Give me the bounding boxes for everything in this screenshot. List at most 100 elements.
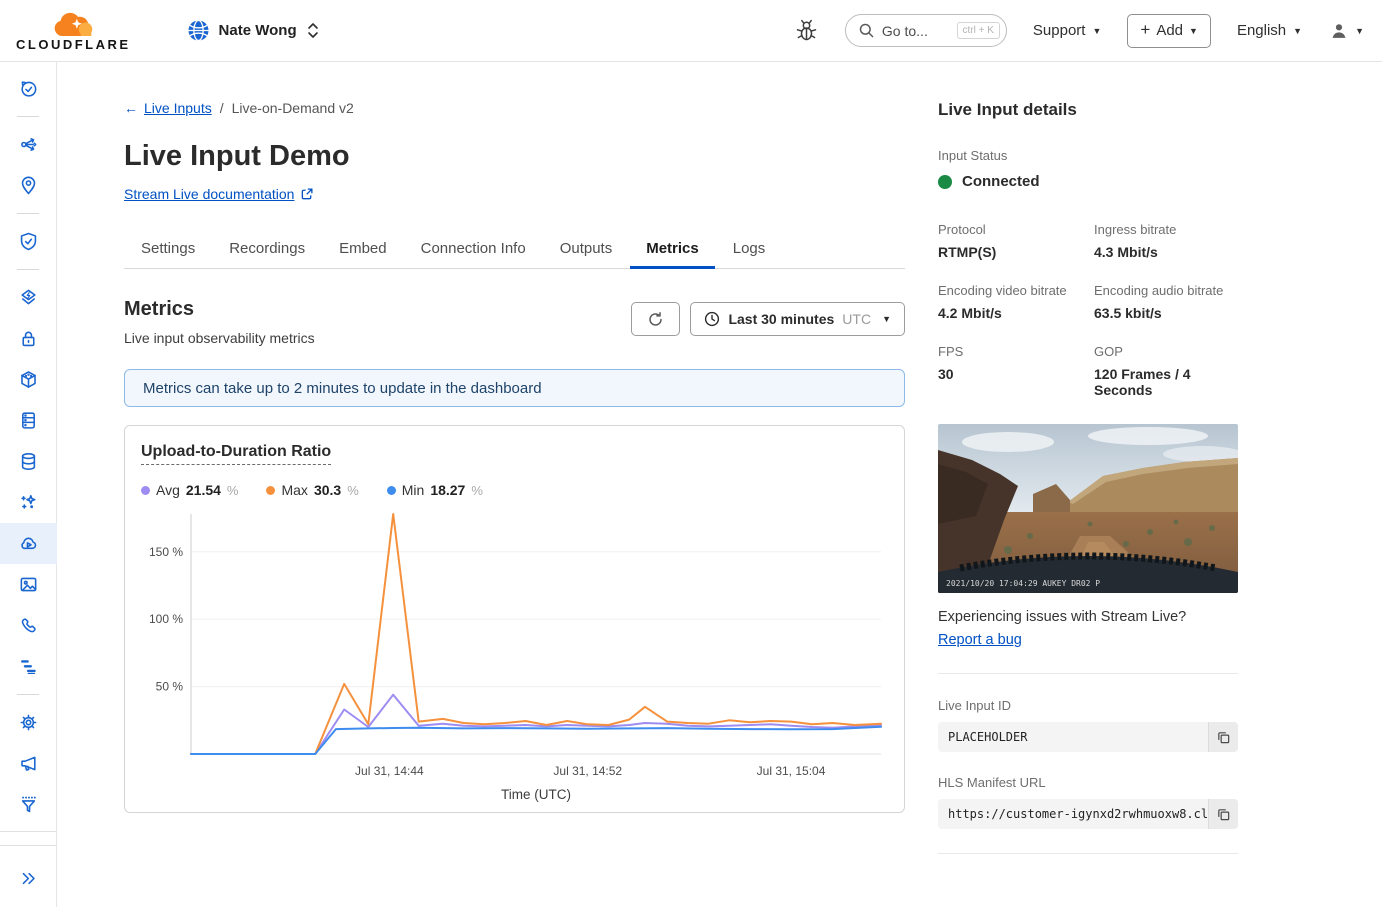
tab-metrics[interactable]: Metrics bbox=[630, 231, 715, 268]
tab-embed[interactable]: Embed bbox=[323, 231, 403, 268]
svg-text:Time (UTC): Time (UTC) bbox=[501, 787, 571, 802]
legend-name: Avg bbox=[156, 482, 180, 498]
copy-icon bbox=[1216, 807, 1231, 822]
hls-manifest-url-label: HLS Manifest URL bbox=[938, 775, 1238, 790]
detail-field: ProtocolRTMP(S) bbox=[938, 222, 1082, 260]
detail-field: Ingress bitrate4.3 Mbit/s bbox=[1094, 222, 1238, 260]
page-title: Live Input Demo bbox=[124, 140, 905, 173]
sidebar-item-phone-icon[interactable] bbox=[0, 605, 57, 646]
tab-logs[interactable]: Logs bbox=[717, 231, 782, 268]
legend-name: Max bbox=[281, 482, 307, 498]
sidebar-item-map-pin-icon[interactable] bbox=[0, 165, 57, 206]
sidebar-footer bbox=[0, 831, 57, 907]
chart-legend: Avg21.54%Max30.3%Min18.27% bbox=[141, 482, 888, 498]
chart-title: Upload-to-Duration Ratio bbox=[141, 443, 331, 465]
detail-field-value: 4.3 Mbit/s bbox=[1094, 244, 1238, 260]
tab-recordings[interactable]: Recordings bbox=[213, 231, 321, 268]
copy-hls-manifest-button[interactable] bbox=[1208, 799, 1238, 829]
caret-down-icon: ▼ bbox=[1092, 26, 1101, 36]
support-menu[interactable]: Support ▼ bbox=[1033, 22, 1101, 39]
globe-icon bbox=[187, 19, 210, 42]
time-range-dropdown[interactable]: Last 30 minutes UTC ▼ bbox=[690, 302, 905, 336]
sidebar-item-megaphone-icon[interactable] bbox=[0, 743, 57, 784]
detail-field: Encoding video bitrate4.2 Mbit/s bbox=[938, 283, 1082, 321]
sidebar-item-history-icon[interactable] bbox=[0, 68, 57, 109]
detail-field-label: Encoding audio bitrate bbox=[1094, 283, 1238, 298]
sidebar-item-funnel-icon[interactable] bbox=[0, 784, 57, 825]
support-label: Support bbox=[1033, 22, 1086, 39]
legend-item-max: Max30.3% bbox=[266, 482, 358, 498]
tab-connection-info[interactable]: Connection Info bbox=[405, 231, 542, 268]
sidebar-item-lock-icon[interactable] bbox=[0, 318, 57, 359]
info-banner-text: Metrics can take up to 2 minutes to upda… bbox=[143, 380, 542, 397]
tab-settings[interactable]: Settings bbox=[125, 231, 211, 268]
detail-field-label: Protocol bbox=[938, 222, 1082, 237]
refresh-icon bbox=[647, 311, 664, 328]
sidebar-item-server-icon[interactable] bbox=[0, 400, 57, 441]
hls-manifest-url-field[interactable]: https://customer-igynxd2rwhmuoxw8.cloudf bbox=[938, 799, 1238, 829]
legend-unit: % bbox=[227, 483, 239, 498]
copy-live-input-id-button[interactable] bbox=[1208, 722, 1238, 752]
breadcrumb: ← Live Inputs / Live-on-Demand v2 bbox=[124, 100, 905, 116]
live-input-details-panel: Live Input details Input Status Connecte… bbox=[938, 100, 1238, 907]
svg-text:Jul 31, 14:44: Jul 31, 14:44 bbox=[355, 764, 424, 778]
sidebar-item-shield-check-icon[interactable] bbox=[0, 221, 57, 262]
left-sidebar bbox=[0, 62, 57, 907]
external-link-icon bbox=[300, 187, 314, 201]
sidebar-item-images-icon[interactable] bbox=[0, 564, 57, 605]
svg-text:150 %: 150 % bbox=[149, 545, 183, 559]
sidebar-item-queue-bars-icon[interactable] bbox=[0, 646, 57, 687]
breadcrumb-back-label: Live Inputs bbox=[144, 100, 212, 116]
svg-text:50 %: 50 % bbox=[156, 680, 184, 694]
account-switcher[interactable]: Nate Wong bbox=[187, 19, 320, 42]
cloudflare-cloud-icon bbox=[49, 9, 97, 36]
issues-text: Experiencing issues with Stream Live? bbox=[938, 609, 1238, 625]
time-range-label: Last 30 minutes bbox=[728, 311, 834, 327]
report-a-bug-link[interactable]: Report a bug bbox=[938, 632, 1022, 648]
detail-field-label: FPS bbox=[938, 344, 1082, 359]
global-search-input[interactable]: Go to... ctrl + K bbox=[845, 14, 1007, 47]
live-input-id-field[interactable]: PLACEHOLDER bbox=[938, 722, 1238, 752]
search-icon bbox=[859, 23, 874, 38]
user-profile-menu[interactable]: ▼ bbox=[1328, 20, 1364, 42]
detail-field-label: GOP bbox=[1094, 344, 1238, 359]
svg-text:Jul 31, 15:04: Jul 31, 15:04 bbox=[757, 764, 826, 778]
sidebar-divider bbox=[17, 694, 39, 695]
sidebar-item-cube-icon[interactable] bbox=[0, 359, 57, 400]
status-dot bbox=[938, 175, 952, 189]
svg-text:100 %: 100 % bbox=[149, 612, 183, 626]
caret-down-icon: ▼ bbox=[1355, 26, 1364, 36]
sort-chevrons-icon bbox=[306, 21, 320, 40]
cloudflare-logo[interactable]: CLOUDFLARE bbox=[16, 9, 131, 52]
plus-icon: + bbox=[1140, 20, 1150, 40]
input-status-label: Input Status bbox=[938, 148, 1238, 163]
legend-dot bbox=[387, 486, 396, 495]
detail-field: Encoding audio bitrate63.5 kbit/s bbox=[1094, 283, 1238, 321]
search-shortcut-badge: ctrl + K bbox=[957, 22, 1000, 39]
breadcrumb-current: Live-on-Demand v2 bbox=[232, 100, 354, 116]
chevrons-right-icon[interactable] bbox=[0, 868, 57, 889]
breadcrumb-back-link[interactable]: ← Live Inputs bbox=[124, 100, 212, 116]
language-label: English bbox=[1237, 22, 1286, 39]
sidebar-item-sparkles-icon[interactable] bbox=[0, 482, 57, 523]
report-bug-icon[interactable] bbox=[794, 17, 819, 44]
status-value: Connected bbox=[962, 173, 1040, 190]
stream-docs-link[interactable]: Stream Live documentation bbox=[124, 186, 314, 202]
sidebar-item-share-network-icon[interactable] bbox=[0, 124, 57, 165]
legend-item-avg: Avg21.54% bbox=[141, 482, 238, 498]
detail-field-value: 120 Frames / 4 Seconds bbox=[1094, 366, 1238, 398]
sidebar-item-stream-cloud-play-icon[interactable] bbox=[0, 523, 57, 564]
sidebar-item-database-icon[interactable] bbox=[0, 441, 57, 482]
language-menu[interactable]: English ▼ bbox=[1237, 22, 1302, 39]
sidebar-item-gear-icon[interactable] bbox=[0, 702, 57, 743]
doc-link-label: Stream Live documentation bbox=[124, 186, 294, 202]
sidebar-item-layers-bolt-icon[interactable] bbox=[0, 277, 57, 318]
account-name: Nate Wong bbox=[219, 22, 297, 39]
add-button[interactable]: + Add ▼ bbox=[1127, 14, 1211, 48]
metrics-section-subtitle: Live input observability metrics bbox=[124, 330, 315, 346]
sidebar-divider bbox=[17, 269, 39, 270]
tab-outputs[interactable]: Outputs bbox=[544, 231, 629, 268]
refresh-button[interactable] bbox=[631, 302, 680, 336]
add-label: Add bbox=[1156, 22, 1183, 39]
brand-wordmark: CLOUDFLARE bbox=[16, 37, 131, 52]
